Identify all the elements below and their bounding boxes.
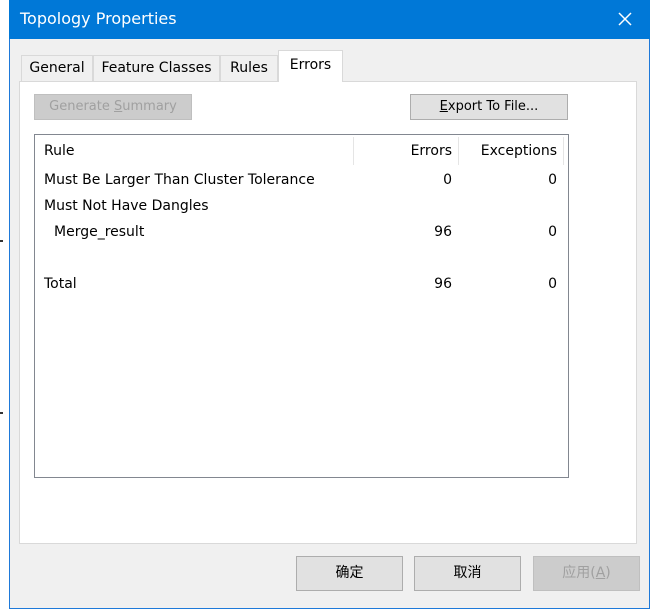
button-label: ummary (122, 99, 177, 114)
background-window-edge (0, 0, 9, 614)
table-row[interactable]: Must Not Have Dangles (35, 194, 568, 218)
button-label: 确定 (335, 565, 364, 581)
column-divider[interactable] (563, 137, 564, 165)
tab-label: Rules (230, 60, 268, 76)
table-row[interactable]: Must Be Larger Than Cluster Tolerance 0 … (35, 168, 568, 192)
button-label: xport To File... (447, 99, 539, 114)
background-bottom-edge (0, 609, 659, 614)
column-header-errors[interactable]: Errors (354, 135, 452, 167)
rule-cell: Total (44, 276, 77, 292)
button-mnemonic: E (439, 99, 448, 114)
column-header-exceptions[interactable]: Exceptions (459, 135, 557, 167)
window-title: Topology Properties (20, 9, 177, 28)
tab-label: General (29, 60, 85, 76)
column-header-label: Rule (44, 143, 75, 159)
column-header-rule[interactable]: Rule (44, 135, 74, 167)
ok-button[interactable]: 确定 (296, 556, 403, 591)
exceptions-cell: 0 (548, 172, 557, 188)
cancel-button[interactable]: 取消 (414, 556, 521, 591)
button-label: Generate (49, 99, 114, 114)
title-bar[interactable]: Topology Properties (9, 0, 650, 39)
background-mark (0, 240, 3, 242)
rule-cell: Must Be Larger Than Cluster Tolerance (44, 172, 315, 188)
tab-label: Feature Classes (101, 60, 212, 76)
button-label: 取消 (453, 565, 482, 581)
table-row-total[interactable]: Total 96 0 (35, 272, 568, 296)
table-row[interactable]: Merge_result 96 0 (35, 220, 568, 244)
apply-button[interactable]: 应用(A) (533, 556, 640, 591)
button-label: ) (605, 565, 611, 581)
tab-feature-classes[interactable]: Feature Classes (93, 55, 220, 81)
close-icon[interactable] (614, 6, 636, 30)
export-to-file-button[interactable]: Export To File... (410, 94, 568, 120)
rule-cell: Must Not Have Dangles (44, 198, 209, 214)
errors-summary-list[interactable]: Rule Errors Exceptions Must Be Larger Th… (34, 134, 569, 478)
generate-summary-button[interactable]: Generate Summary (34, 94, 192, 120)
errors-cell: 0 (443, 172, 452, 188)
exceptions-cell: 0 (548, 224, 557, 240)
column-header-label: Exceptions (480, 143, 557, 159)
background-mark (0, 412, 3, 414)
tab-rules[interactable]: Rules (220, 55, 278, 81)
background-window-edge-right (650, 0, 659, 614)
errors-cell: 96 (434, 224, 452, 240)
button-mnemonic: A (595, 565, 606, 581)
button-label: 应用( (562, 565, 596, 581)
tab-label: Errors (289, 57, 332, 73)
rule-cell: Merge_result (54, 224, 145, 240)
errors-cell: 96 (434, 276, 452, 292)
table-row[interactable] (35, 246, 568, 270)
tab-general[interactable]: General (21, 55, 93, 81)
tab-errors[interactable]: Errors (278, 50, 343, 82)
exceptions-cell: 0 (548, 276, 557, 292)
column-header-label: Errors (410, 143, 452, 159)
